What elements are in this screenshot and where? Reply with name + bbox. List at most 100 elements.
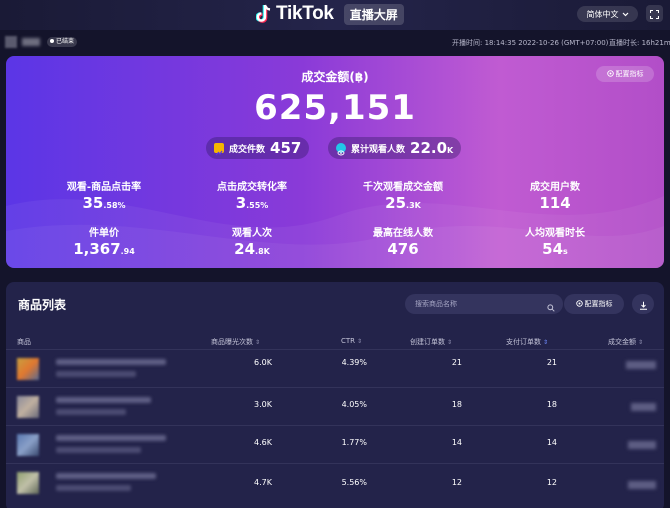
product-thumbnail	[17, 358, 39, 380]
screen-badge: 直播大屏	[343, 3, 404, 25]
product-name-redacted	[56, 435, 166, 441]
list-configure-metrics-label: 配置指标	[584, 300, 613, 308]
metric-value: 25.3K	[328, 194, 478, 212]
eye-icon	[336, 143, 346, 156]
column-product: 商品	[17, 338, 31, 346]
metric-value-main: 35	[82, 194, 104, 212]
sort-icon: ⇕	[638, 339, 644, 346]
cell-ctr: 5.56%	[341, 478, 367, 487]
metric-views: 观看人次 24.8K	[177, 224, 327, 258]
cell-paid-orders: 21	[546, 358, 557, 367]
gmv-label: 成交金额(฿)	[301, 70, 369, 84]
table-row[interactable]: 3.0K 4.05% 18 18	[6, 387, 664, 425]
cell-paid-orders: 12	[546, 478, 557, 487]
column-ctr[interactable]: CTR ⇕	[341, 337, 362, 345]
metric-value: 1,367.94	[29, 240, 179, 258]
top-bar: TikTok 直播大屏 简体中文	[0, 0, 670, 30]
settings-icon	[606, 69, 614, 79]
metric-value-main: 25	[385, 194, 407, 212]
cell-ctr: 4.05%	[341, 400, 367, 409]
product-name-redacted	[56, 473, 156, 479]
configure-metrics-button[interactable]: 配置指标	[596, 66, 654, 82]
table-row[interactable]: 6.0K 4.39% 21 21	[6, 349, 664, 387]
metric-value-suffix: .94	[120, 247, 135, 256]
sort-icon: ⇕	[447, 339, 453, 346]
live-status-badge: 已结束	[47, 37, 78, 47]
download-button[interactable]	[632, 294, 654, 314]
cell-created-orders: 21	[451, 358, 462, 367]
metric-label: 点击成交转化率	[217, 182, 287, 193]
metric-value: 54s	[480, 240, 630, 258]
product-thumbnail	[17, 434, 39, 456]
column-gmv[interactable]: 成交金额 ⇕	[608, 337, 643, 347]
cell-ctr: 4.39%	[341, 358, 367, 367]
column-label: CTR	[341, 337, 356, 345]
live-status-text: 已结束	[56, 38, 75, 45]
tiktok-logo: TikTok 直播大屏	[255, 2, 404, 26]
cell-impressions: 4.6K	[254, 438, 272, 447]
cell-gmv-redacted	[628, 441, 656, 449]
cell-paid-orders: 14	[546, 438, 557, 447]
column-paid-orders[interactable]: 支付订单数 ⇕	[506, 337, 548, 347]
language-select[interactable]: 简体中文	[577, 6, 638, 22]
column-impressions[interactable]: 商品曝光次数 ⇕	[211, 337, 260, 347]
cell-created-orders: 12	[451, 478, 462, 487]
table-row[interactable]: 4.6K 1.77% 14 14	[6, 425, 664, 463]
metric-value-main: 476	[387, 240, 419, 258]
cell-impressions: 3.0K	[254, 400, 272, 409]
chart-icon	[214, 143, 224, 156]
cell-impressions: 4.7K	[254, 478, 272, 487]
product-id-redacted	[56, 447, 141, 453]
sort-icon: ⇕	[255, 339, 261, 346]
metric-label: 成交用户数	[530, 182, 580, 193]
metric-value-suffix: .55%	[246, 201, 269, 210]
product-name-redacted	[56, 397, 151, 403]
fullscreen-button[interactable]	[646, 5, 663, 22]
cell-ctr: 1.77%	[341, 438, 367, 447]
total-viewers-pill: 累计观看人数 22.0K	[328, 137, 462, 159]
cell-gmv-redacted	[628, 481, 656, 489]
metric-value: 24.8K	[177, 240, 327, 258]
product-id-redacted	[56, 409, 126, 415]
metric-value-suffix: s	[563, 247, 568, 256]
items-sold-number: 457	[270, 139, 302, 157]
metric-value-main: 1,367	[73, 240, 121, 258]
cell-created-orders: 18	[451, 400, 462, 409]
total-viewers-label: 累计观看人数	[351, 144, 406, 155]
metric-value-suffix: .8K	[255, 247, 270, 256]
metric-value: 35.58%	[29, 194, 179, 212]
list-configure-metrics-button[interactable]: 配置指标	[564, 294, 624, 314]
total-viewers-unit: K	[447, 146, 454, 155]
metric-click-conversion: 点击成交转化率 3.55%	[177, 178, 327, 212]
sort-icon: ⇕	[357, 338, 363, 345]
metric-label: 千次观看成交金额	[363, 182, 443, 193]
search-icon	[547, 300, 555, 320]
cell-gmv-redacted	[631, 403, 656, 411]
metric-value: 476	[328, 240, 478, 258]
total-viewers-number: 22.0	[410, 139, 448, 157]
product-list-title: 商品列表	[18, 298, 67, 312]
metric-value-main: 54	[542, 240, 564, 258]
brand-name: TikTok	[276, 3, 334, 24]
avatar	[5, 36, 17, 48]
language-label: 简体中文	[586, 9, 619, 19]
settings-icon	[575, 299, 583, 309]
table-header: 商品 商品曝光次数 ⇕ CTR ⇕ 创建订单数 ⇕ 支付订单数 ⇕ 成交金额 ⇕	[6, 334, 664, 350]
items-sold-value: 457	[270, 139, 301, 157]
column-created-orders[interactable]: 创建订单数 ⇕	[410, 337, 452, 347]
product-id-redacted	[56, 485, 131, 491]
start-time: 开播时间: 18:14:35 2022-10-26 (GMT+07:00)	[452, 39, 609, 47]
metric-label: 观看-商品点击率	[66, 182, 142, 193]
configure-metrics-label: 配置指标	[615, 70, 644, 78]
live-status-row: 已结束 开播时间: 18:14:35 2022-10-26 (GMT+07:00…	[0, 32, 670, 52]
column-label: 支付订单数	[506, 338, 541, 346]
gmv-value: 625,151	[254, 88, 416, 128]
live-duration: 直播时长: 16h21m	[609, 39, 670, 47]
product-search-input[interactable]: 搜索商品名称	[405, 294, 563, 314]
metric-value-suffix: .58%	[103, 201, 126, 210]
search-placeholder: 搜索商品名称	[415, 300, 457, 308]
metric-label: 最高在线人数	[373, 228, 433, 239]
total-viewers-value: 22.0K	[410, 139, 453, 157]
product-id-redacted	[56, 371, 136, 377]
table-row[interactable]: 4.7K 5.56% 12 12	[6, 463, 664, 501]
